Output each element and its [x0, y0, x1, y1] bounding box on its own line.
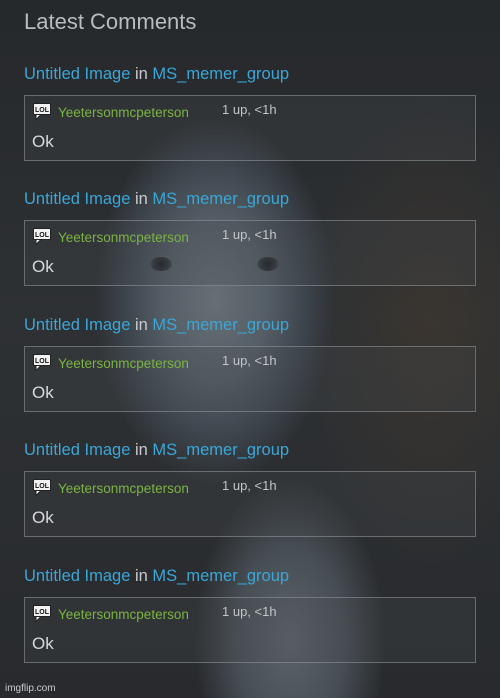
- comment-text: Ok: [32, 508, 54, 527]
- comment-meta: 1 up, <1h: [222, 102, 277, 117]
- lol-speech-bubble-icon: LOL: [33, 228, 51, 245]
- post-link[interactable]: Untitled Image: [24, 65, 130, 83]
- thread-title: Untitled Image in MS_memer_group: [24, 565, 476, 587]
- comment-text: Ok: [32, 132, 54, 151]
- thread-title: Untitled Image in MS_memer_group: [24, 188, 476, 210]
- badge-text: LOL: [35, 232, 50, 239]
- badge-text: LOL: [35, 107, 50, 114]
- comment-thread: Untitled Image in MS_memer_group LOL Yee…: [24, 314, 476, 412]
- comment-thread: Untitled Image in MS_memer_group LOL Yee…: [24, 565, 476, 663]
- in-word: in: [134, 567, 148, 585]
- comment-text: Ok: [32, 634, 54, 653]
- group-link[interactable]: MS_memer_group: [152, 567, 289, 585]
- badge-text: LOL: [35, 609, 50, 616]
- thread-title: Untitled Image in MS_memer_group: [24, 63, 476, 85]
- username-link[interactable]: Yeetersonmcpeterson: [58, 481, 189, 496]
- in-word: in: [134, 65, 148, 83]
- comment-box: LOL Yeetersonmcpeterson 1 up, <1h Ok: [24, 220, 476, 286]
- comment-meta: 1 up, <1h: [222, 227, 277, 242]
- lol-speech-bubble-icon: LOL: [33, 354, 51, 371]
- group-link[interactable]: MS_memer_group: [152, 190, 289, 208]
- thread-title: Untitled Image in MS_memer_group: [24, 314, 476, 336]
- comment-box: LOL Yeetersonmcpeterson 1 up, <1h Ok: [24, 95, 476, 161]
- lol-speech-bubble-icon: LOL: [33, 605, 51, 622]
- comment-meta: 1 up, <1h: [222, 604, 277, 619]
- in-word: in: [134, 316, 148, 334]
- section-heading: Latest Comments: [24, 9, 197, 34]
- comment-text: Ok: [32, 257, 54, 276]
- imgflip-watermark: imgflip.com: [5, 683, 56, 694]
- post-link[interactable]: Untitled Image: [24, 567, 130, 585]
- comment-box: LOL Yeetersonmcpeterson 1 up, <1h Ok: [24, 471, 476, 537]
- in-word: in: [134, 190, 148, 208]
- post-link[interactable]: Untitled Image: [24, 190, 130, 208]
- comment-thread: Untitled Image in MS_memer_group LOL Yee…: [24, 188, 476, 286]
- lol-speech-bubble-icon: LOL: [33, 479, 51, 496]
- thread-title: Untitled Image in MS_memer_group: [24, 439, 476, 461]
- username-link[interactable]: Yeetersonmcpeterson: [58, 105, 189, 120]
- comment-text: Ok: [32, 383, 54, 402]
- badge-text: LOL: [35, 483, 50, 490]
- username-link[interactable]: Yeetersonmcpeterson: [58, 356, 189, 371]
- badge-text: LOL: [35, 358, 50, 365]
- comment-box: LOL Yeetersonmcpeterson 1 up, <1h Ok: [24, 597, 476, 663]
- username-link[interactable]: Yeetersonmcpeterson: [58, 230, 189, 245]
- comment-thread: Untitled Image in MS_memer_group LOL Yee…: [24, 439, 476, 537]
- username-link[interactable]: Yeetersonmcpeterson: [58, 607, 189, 622]
- group-link[interactable]: MS_memer_group: [152, 65, 289, 83]
- lol-speech-bubble-icon: LOL: [33, 103, 51, 120]
- comment-meta: 1 up, <1h: [222, 478, 277, 493]
- group-link[interactable]: MS_memer_group: [152, 441, 289, 459]
- comment-box: LOL Yeetersonmcpeterson 1 up, <1h Ok: [24, 346, 476, 412]
- post-link[interactable]: Untitled Image: [24, 441, 130, 459]
- comment-thread: Untitled Image in MS_memer_group LOL Yee…: [24, 63, 476, 161]
- comment-meta: 1 up, <1h: [222, 353, 277, 368]
- post-link[interactable]: Untitled Image: [24, 316, 130, 334]
- latest-comments-panel: Latest Comments Untitled Image in MS_mem…: [0, 0, 500, 698]
- in-word: in: [134, 441, 148, 459]
- group-link[interactable]: MS_memer_group: [152, 316, 289, 334]
